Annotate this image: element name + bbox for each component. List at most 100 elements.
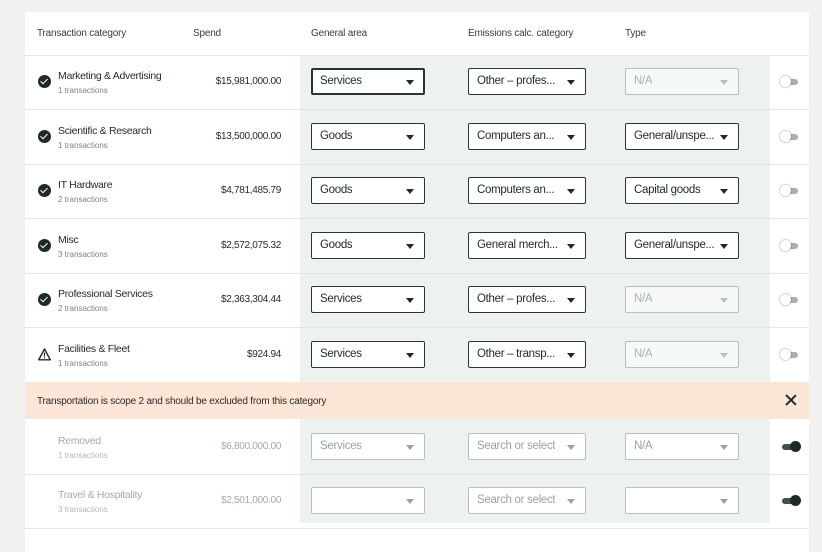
type-select[interactable]: N/A	[625, 286, 739, 313]
emissions-category-select[interactable]: Search or select	[468, 433, 586, 460]
general-area-value: Services	[320, 293, 362, 305]
chevron-down-icon	[406, 298, 414, 303]
chevron-down-icon	[567, 298, 575, 303]
emissions-category-select[interactable]: Search or select	[468, 487, 586, 514]
chevron-down-icon	[567, 353, 575, 358]
emissions-category-value: General merch...	[477, 239, 557, 251]
category-name: Marketing & Advertising	[58, 70, 162, 82]
remove-toggle[interactable]	[780, 293, 800, 307]
emissions-category-placeholder: Search or select	[477, 494, 556, 506]
table-row: Removed 1 transactions $6,800,000.00 Ser…	[25, 420, 809, 475]
category-name: IT Hardware	[58, 179, 113, 191]
emissions-category-select[interactable]: Computers an...	[468, 123, 586, 150]
general-area-value: Services	[320, 348, 362, 360]
table-row: Misc 3 transactions $2,572,075.32 Goods …	[25, 219, 809, 274]
emissions-category-value: Other – transp...	[477, 348, 555, 360]
general-area-select[interactable]: Goods	[311, 177, 425, 204]
type-select[interactable]: Capital goods	[625, 177, 739, 204]
close-icon[interactable]	[784, 393, 798, 407]
remove-toggle[interactable]	[780, 239, 800, 253]
emissions-category-select[interactable]: Other – transp...	[468, 341, 586, 368]
header-spend: Spend	[193, 28, 221, 39]
transaction-table: Transaction category Spend General area …	[25, 12, 809, 552]
table-row: Marketing & Advertising 1 transactions $…	[25, 55, 809, 110]
general-area-select[interactable]: Goods	[311, 232, 425, 259]
remove-toggle[interactable]	[780, 130, 800, 144]
spend-amount: $924.94	[246, 349, 281, 360]
remove-toggle[interactable]	[780, 75, 800, 89]
warning-triangle-icon	[38, 348, 51, 361]
general-area-value: Services	[320, 75, 362, 87]
table-header: Transaction category Spend General area …	[25, 12, 809, 56]
header-emissions-category: Emissions calc. category	[468, 28, 574, 39]
general-area-select[interactable]: Services	[311, 433, 425, 460]
chevron-down-icon	[567, 244, 575, 249]
spend-amount: $15,981,000.00	[215, 76, 282, 87]
remove-toggle[interactable]	[780, 494, 801, 508]
spend-amount: $2,572,075.32	[220, 240, 281, 251]
type-select[interactable]: General/unspe...	[625, 123, 739, 150]
header-category: Transaction category	[37, 28, 127, 39]
check-circle-icon	[38, 130, 51, 143]
emissions-category-select[interactable]: General merch...	[468, 232, 586, 259]
transaction-count: 3 transactions	[58, 250, 108, 259]
header-type: Type	[625, 28, 646, 39]
table-row: Scientific & Research 1 transactions $13…	[25, 110, 809, 165]
general-area-value: Goods	[320, 239, 353, 251]
warning-banner: Transportation is scope 2 and should be …	[25, 382, 809, 419]
chevron-down-icon	[720, 80, 728, 85]
remove-toggle[interactable]	[780, 440, 801, 454]
general-area-select[interactable]: Services	[311, 286, 425, 313]
transaction-count: 2 transactions	[58, 304, 108, 313]
general-area-select[interactable]	[311, 487, 425, 514]
chevron-down-icon	[406, 80, 414, 85]
banner-message: Transportation is scope 2 and should be …	[37, 396, 327, 407]
chevron-down-icon	[720, 244, 728, 249]
transaction-count: 2 transactions	[58, 195, 108, 204]
type-value: N/A	[634, 293, 653, 305]
header-general-area: General area	[311, 28, 367, 39]
chevron-down-icon	[406, 189, 414, 194]
general-area-value: Services	[320, 440, 362, 452]
chevron-down-icon	[720, 445, 728, 450]
emissions-category-placeholder: Search or select	[477, 440, 556, 452]
type-select[interactable]: N/A	[625, 68, 739, 95]
spend-amount: $4,781,485.79	[220, 185, 281, 196]
category-name: Travel & Hospitality	[58, 489, 143, 501]
table-row: Professional Services 2 transactions $2,…	[25, 273, 809, 328]
general-area-select[interactable]: Services	[311, 68, 425, 95]
chevron-down-icon	[720, 135, 728, 140]
type-value: N/A	[634, 440, 653, 452]
general-area-select[interactable]: Goods	[311, 123, 425, 150]
type-select[interactable]	[625, 487, 739, 514]
type-value: Capital goods	[634, 184, 701, 196]
emissions-category-select[interactable]: Other – profes...	[468, 68, 586, 95]
check-circle-icon	[38, 184, 51, 197]
chevron-down-icon	[567, 499, 575, 504]
type-select[interactable]: General/unspe...	[625, 232, 739, 259]
emissions-category-select[interactable]: Computers an...	[468, 177, 586, 204]
chevron-down-icon	[406, 135, 414, 140]
general-area-select[interactable]: Services	[311, 341, 425, 368]
emissions-category-value: Computers an...	[477, 130, 555, 142]
spend-amount: $2,501,000.00	[220, 495, 281, 506]
table-row: Travel & Hospitality 3 transactions $2,5…	[25, 474, 809, 529]
type-value: N/A	[634, 75, 653, 87]
transaction-count: 3 transactions	[58, 505, 108, 514]
type-select[interactable]: N/A	[625, 341, 739, 368]
type-select[interactable]: N/A	[625, 433, 739, 460]
category-name: Misc	[58, 234, 79, 246]
chevron-down-icon	[567, 189, 575, 194]
chevron-down-icon	[720, 189, 728, 194]
emissions-category-select[interactable]: Other – profes...	[468, 286, 586, 313]
category-name: Professional Services	[58, 288, 153, 300]
emissions-category-value: Other – profes...	[477, 75, 555, 87]
emissions-category-value: Computers an...	[477, 184, 555, 196]
type-value: N/A	[634, 348, 653, 360]
remove-toggle[interactable]	[780, 184, 800, 198]
remove-toggle[interactable]	[780, 348, 800, 362]
transaction-count: 1 transactions	[58, 86, 108, 95]
category-name: Scientific & Research	[58, 125, 152, 137]
spend-amount: $2,363,304.44	[220, 294, 281, 305]
chevron-down-icon	[406, 244, 414, 249]
